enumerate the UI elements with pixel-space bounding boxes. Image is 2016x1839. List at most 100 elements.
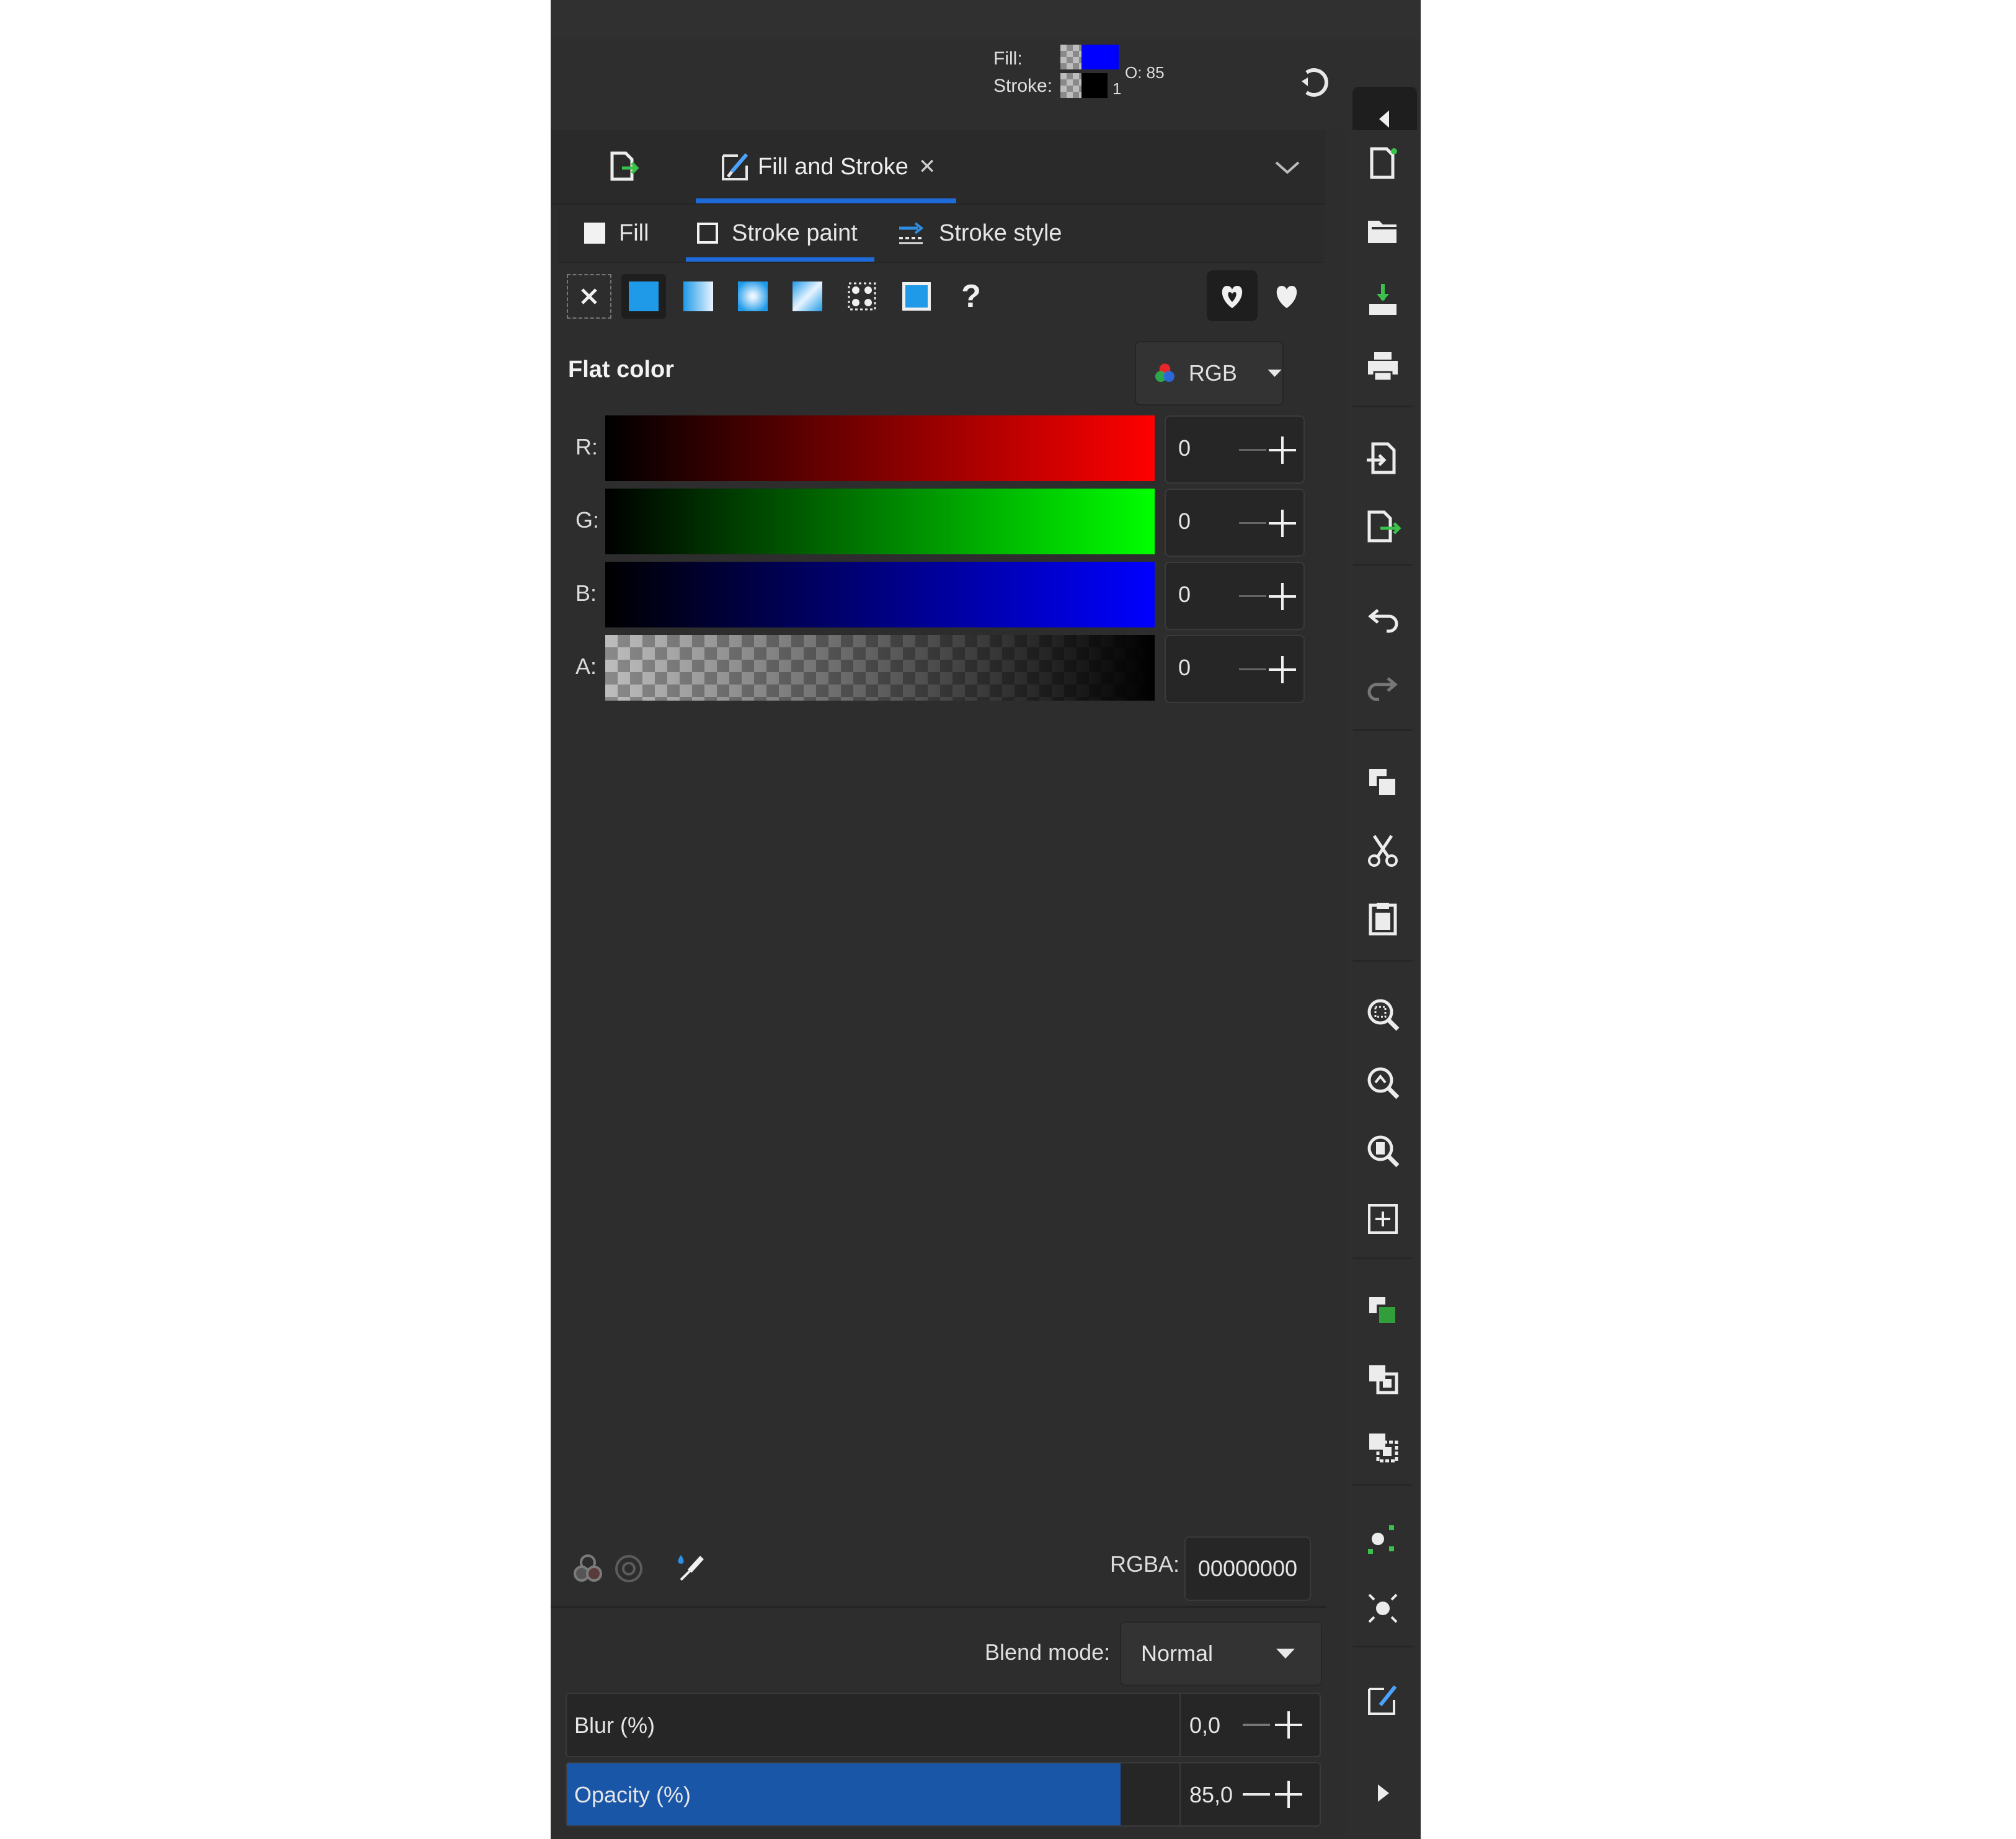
increment-icon[interactable] [1269,583,1296,610]
color-managed-icon[interactable] [569,1550,606,1587]
spin-b[interactable]: 0 [1165,562,1305,630]
import-icon[interactable] [1364,440,1401,477]
toolbar-separator [1353,405,1413,407]
divider [1179,1763,1181,1825]
zoom-selection-icon[interactable] [1364,996,1401,1033]
no-paint-button[interactable] [567,274,611,319]
increment-icon[interactable] [1275,1711,1302,1739]
radial-gradient-button[interactable] [730,274,775,319]
group-icon[interactable] [1364,1360,1401,1398]
alpha-gradient [605,635,1155,701]
increment-icon[interactable] [1269,436,1296,464]
channel-label-g: G: [575,507,600,533]
blur-slider[interactable]: Blur (%) 0,0 [566,1693,1321,1757]
fill-label: Fill: [993,48,1023,69]
toolbar-separator [1353,960,1413,962]
save-icon[interactable] [1364,281,1401,319]
out-of-gamut-icon[interactable] [610,1550,647,1587]
node-tool-icon[interactable] [1364,1522,1401,1559]
color-mode-select[interactable]: RGB [1135,341,1284,405]
tab-fill-and-stroke[interactable]: Fill and Stroke ✕ [719,130,936,203]
blend-mode-select[interactable]: Normal [1120,1621,1322,1686]
new-document-icon[interactable] [1364,145,1401,182]
spin-a[interactable]: 0 [1165,635,1305,703]
subtab-fill[interactable]: Fill [584,205,649,262]
spin-a-value: 0 [1178,655,1191,680]
open-folder-icon[interactable] [1364,213,1401,250]
stroke-label: Stroke: [993,76,1053,96]
toolbar-separator [1353,1484,1413,1486]
export-icon[interactable] [1364,508,1401,546]
stroke-swatch-checker[interactable] [1060,73,1081,98]
channel-label-r: R: [575,434,598,459]
redo-icon[interactable] [1364,670,1401,707]
dock-tab-bar: Fill and Stroke ✕ [551,130,1326,205]
rgba-input[interactable]: 00000000 [1184,1536,1311,1601]
print-icon[interactable] [1364,348,1401,386]
fill-stroke-icon[interactable] [1364,1682,1401,1719]
blur-value[interactable]: 0,0 [1189,1713,1220,1739]
slider-b[interactable] [605,562,1155,627]
color-picker-footer: RGBA: 00000000 [551,1525,1326,1601]
subtab-stroke-style[interactable]: Stroke style [898,205,1062,262]
evenodd-heart-icon [1222,286,1243,308]
stroke-style-icon [899,222,924,244]
decrement-icon[interactable] [1239,522,1266,524]
decrement-icon[interactable] [1239,595,1266,597]
pattern-button[interactable] [840,274,884,319]
fill-swatch-checker[interactable] [1060,45,1081,69]
fill-rule-nonzero-button[interactable] [1261,270,1312,321]
zoom-drawing-icon[interactable] [1364,1064,1401,1101]
tab-label: Fill and Stroke [758,153,908,180]
undo-icon[interactable] [1364,601,1401,639]
commands-bar [1346,130,1421,1839]
copy-icon[interactable] [1364,764,1401,801]
increment-icon[interactable] [1275,1781,1302,1808]
opacity-value[interactable]: 85,0 [1189,1782,1233,1808]
swatch-button[interactable] [894,274,939,319]
rgba-label: RGBA: [1110,1551,1180,1577]
increment-icon[interactable] [1269,656,1296,683]
stroke-swatch[interactable] [1081,73,1108,98]
cut-icon[interactable] [1364,832,1401,869]
toolbar-separator [1353,564,1413,566]
opacity-indicator[interactable]: O: 85 [1125,63,1165,82]
decrement-icon[interactable] [1239,668,1266,670]
slider-g[interactable] [605,489,1155,554]
zoom-center-icon[interactable] [1364,1200,1401,1238]
rotation-icon[interactable] [1292,61,1336,104]
linear-gradient-button[interactable] [676,274,721,319]
paste-icon[interactable] [1364,900,1401,937]
decrement-icon[interactable] [1243,1724,1270,1726]
mesh-gradient-button[interactable] [785,274,830,319]
toolbar-separator [1353,1257,1413,1259]
flat-color-button[interactable] [621,274,666,319]
increment-icon[interactable] [1269,510,1296,537]
unset-paint-button[interactable]: ? [949,274,993,319]
subtab-stroke-paint[interactable]: Stroke paint [697,205,858,262]
zoom-page-icon[interactable] [1364,1132,1401,1169]
flat-color-icon [629,281,659,311]
fill-swatch[interactable] [1081,45,1119,69]
slider-r[interactable] [605,415,1155,481]
active-subtab-indicator [686,257,874,262]
decrement-icon[interactable] [1243,1793,1270,1796]
spin-r[interactable]: 0 [1165,415,1305,484]
color-picker-dropper-icon[interactable] [672,1550,709,1587]
opacity-slider[interactable]: Opacity (%) 85,0 [566,1762,1321,1827]
tab-close-icon[interactable]: ✕ [918,154,936,179]
section-divider [551,1606,1326,1608]
fill-rule-evenodd-button[interactable] [1207,270,1258,321]
spin-g[interactable]: 0 [1165,489,1305,557]
dock-export-icon[interactable] [600,144,645,188]
fill-box-icon [584,223,605,244]
slider-a[interactable] [605,635,1155,701]
ungroup-icon[interactable] [1364,1429,1401,1466]
decrement-icon[interactable] [1239,449,1266,451]
tab-menu-chevron-icon[interactable] [1263,143,1312,192]
transform-icon[interactable] [1364,1590,1401,1627]
expand-right-icon[interactable] [1364,1775,1401,1812]
blend-mode-value: Normal [1141,1641,1214,1666]
stroke-width-indicator[interactable]: 1 [1112,79,1121,99]
duplicate-icon[interactable] [1364,1292,1401,1329]
